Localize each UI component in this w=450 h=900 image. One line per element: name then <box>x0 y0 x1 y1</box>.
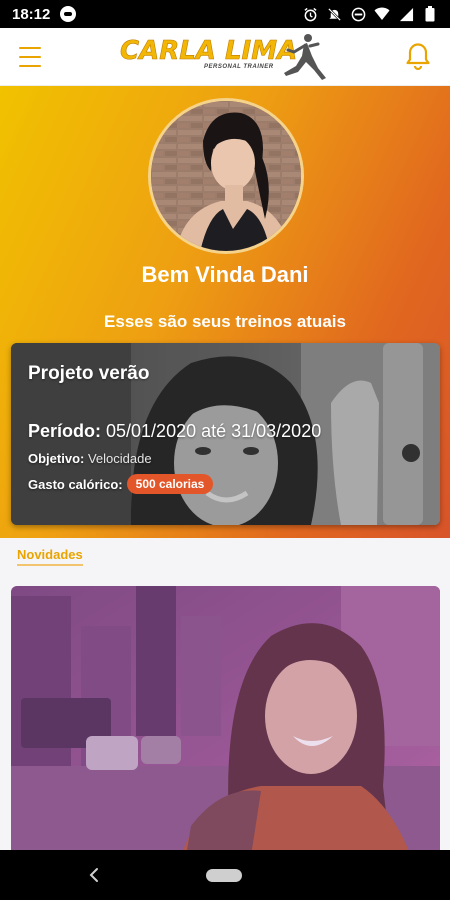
calories-label: Gasto calórico: <box>28 476 123 492</box>
home-pill-icon[interactable] <box>206 869 242 882</box>
wifi-icon <box>374 6 390 22</box>
news-heading: Novidades <box>17 547 83 566</box>
workout-goal: Objetivo: Velocidade <box>28 451 152 466</box>
notification-app-icon <box>60 6 77 22</box>
battery-icon <box>422 6 438 22</box>
back-icon[interactable] <box>84 864 104 886</box>
status-icons <box>302 6 438 22</box>
bell-icon[interactable] <box>404 41 432 71</box>
logo-text: CARLA LIMA <box>120 36 298 67</box>
avatar[interactable] <box>148 98 304 254</box>
welcome-heading: Bem Vinda Dani <box>141 262 309 287</box>
news-card-photo <box>11 586 440 856</box>
workout-card[interactable]: Projeto verão Período: 05/01/2020 até 31… <box>11 343 440 525</box>
menu-icon[interactable] <box>19 47 41 67</box>
goal-label: Objetivo: <box>28 451 85 466</box>
alarm-icon <box>302 6 318 22</box>
period-label: Período: <box>28 421 102 441</box>
workouts-subtitle: Esses são seus treinos atuais <box>104 312 346 331</box>
news-card[interactable] <box>11 586 440 856</box>
period-value: 05/01/2020 até 31/03/2020 <box>101 421 322 441</box>
workout-calories: Gasto calórico: 500 calorias <box>28 474 214 494</box>
dnd-icon <box>350 6 366 22</box>
status-time: 18:12 <box>12 5 51 23</box>
news-section: Novidades <box>0 538 450 856</box>
goal-value: Velocidade <box>84 451 152 466</box>
calories-badge: 500 calorias <box>126 474 214 494</box>
app-bar: CARLA LIMA PERSONAL TRAINER <box>0 28 450 86</box>
hero-section: Bem Vinda Dani Esses são seus treinos at… <box>0 86 450 538</box>
workout-period: Período: 05/01/2020 até 31/03/2020 <box>28 421 321 442</box>
system-nav-bar <box>0 850 450 900</box>
status-bar: 18:12 <box>0 0 450 28</box>
brand-logo: CARLA LIMA PERSONAL TRAINER <box>120 32 330 84</box>
logo-subtitle: PERSONAL TRAINER <box>204 64 274 70</box>
mute-icon <box>326 6 342 22</box>
workout-title: Projeto verão <box>28 363 150 384</box>
signal-icon <box>398 6 414 22</box>
trainer-figure-icon <box>284 34 326 80</box>
